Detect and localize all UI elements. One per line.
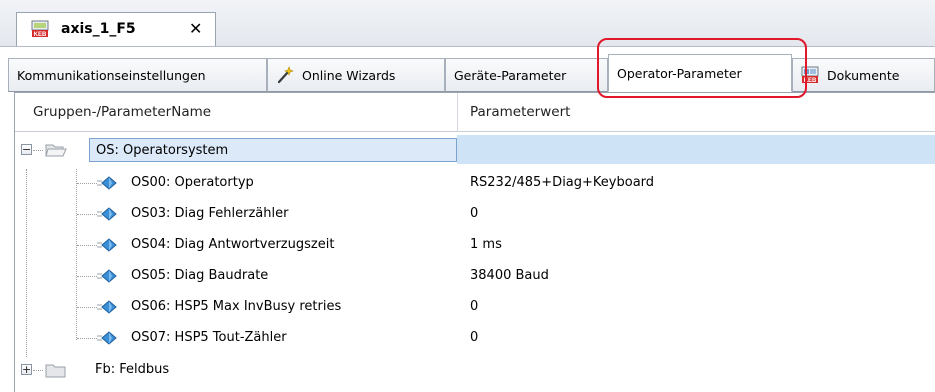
- tree-param-row[interactable]: OS06: HSP5 Max InvBusy retries 0: [15, 292, 935, 323]
- tree-connector: [77, 307, 97, 308]
- tab-geraete-parameter[interactable]: Geräte-Parameter: [445, 58, 608, 92]
- parameter-icon: [97, 300, 117, 314]
- collapse-toggle[interactable]: −: [21, 144, 32, 155]
- tab-label: Kommunikationseinstellungen: [17, 67, 206, 83]
- keb-file-icon: KEB: [31, 20, 49, 38]
- parameter-name: OS03: Diag Fehlerzähler: [131, 206, 289, 221]
- tree-param-row[interactable]: OS03: Diag Fehlerzähler 0: [15, 199, 935, 230]
- keb-document-icon: KEB: [801, 66, 819, 84]
- column-headers: Gruppen-/ParameterName Parameterwert: [15, 93, 935, 132]
- tree-group-row[interactable]: − OS: Operatorsystem: [15, 135, 935, 166]
- tab-label: Dokumente: [827, 67, 900, 83]
- tree-connector: [77, 338, 97, 339]
- column-header-value[interactable]: Parameterwert: [458, 93, 935, 131]
- tree-param-row[interactable]: OS00: Operatortyp RS232/485+Diag+Keyboar…: [15, 168, 935, 199]
- folder-icon: [45, 364, 66, 378]
- group-label-box: OS: Operatorsystem: [89, 138, 457, 162]
- parameter-icon: [97, 176, 117, 190]
- selection-band: [457, 135, 935, 164]
- group-label: Fb: Feldbus: [95, 362, 170, 377]
- parameter-value[interactable]: 0: [470, 323, 478, 353]
- tree-connector: [33, 370, 43, 371]
- tree-connector: [33, 150, 43, 151]
- parameter-icon: [97, 269, 117, 283]
- parameter-value[interactable]: RS232/485+Diag+Keyboard: [470, 168, 654, 198]
- tree-param-row[interactable]: OS05: Diag Baudrate 38400 Baud: [15, 261, 935, 292]
- close-icon[interactable]: ✕: [189, 19, 202, 38]
- parameter-name: OS05: Diag Baudrate: [131, 268, 269, 283]
- parameter-value[interactable]: 0: [470, 199, 478, 229]
- document-tabstrip: KEB axis_1_F5 ✕: [0, 0, 935, 47]
- parameter-tree-grid: Gruppen-/ParameterName Parameterwert − O…: [14, 92, 935, 392]
- svg-text:KEB: KEB: [804, 78, 817, 84]
- tab-online-wizards[interactable]: Online Wizards: [267, 58, 445, 92]
- parameter-icon: [97, 331, 117, 345]
- tree-connector: [77, 214, 97, 215]
- group-label: OS: Operatorsystem: [96, 143, 229, 158]
- tab-kommunikationseinstellungen[interactable]: Kommunikationseinstellungen: [8, 58, 267, 92]
- tab-operator-parameter[interactable]: Operator-Parameter: [608, 54, 792, 92]
- parameter-name: OS00: Operatortyp: [131, 175, 254, 190]
- open-folder-icon: [45, 144, 67, 157]
- document-tab-title: axis_1_F5: [61, 21, 136, 37]
- svg-text:KEB: KEB: [34, 32, 47, 38]
- parameter-name: OS07: HSP5 Tout-Zähler: [131, 330, 287, 345]
- tree-connector: [77, 245, 97, 246]
- tab-label: Geräte-Parameter: [454, 67, 567, 83]
- tab-label: Operator-Parameter: [617, 65, 742, 81]
- wizard-wand-icon: [277, 66, 294, 84]
- expand-toggle[interactable]: +: [21, 364, 32, 375]
- parameter-tabstrip: Kommunikationseinstellungen Online Wizar…: [8, 54, 935, 92]
- document-tab[interactable]: KEB axis_1_F5 ✕: [16, 12, 216, 46]
- tree-connector: [77, 276, 97, 277]
- parameter-name: OS06: HSP5 Max InvBusy retries: [131, 299, 342, 314]
- parameter-icon: [97, 207, 117, 221]
- tree-group-row[interactable]: + Fb: Feldbus: [15, 355, 935, 386]
- tree-connector: [77, 183, 97, 184]
- parameter-value[interactable]: 1 ms: [470, 230, 502, 260]
- tree-param-row[interactable]: OS04: Diag Antwortverzugszeit 1 ms: [15, 230, 935, 261]
- parameter-name: OS04: Diag Antwortverzugszeit: [131, 237, 335, 252]
- parameter-value[interactable]: 38400 Baud: [470, 261, 549, 291]
- tab-label: Online Wizards: [302, 67, 396, 83]
- tree-param-row[interactable]: OS07: HSP5 Tout-Zähler 0: [15, 323, 935, 354]
- parameter-icon: [97, 238, 117, 252]
- tab-dokumente[interactable]: KEB Dokumente: [792, 58, 935, 92]
- column-header-name[interactable]: Gruppen-/ParameterName: [15, 93, 458, 131]
- parameter-value[interactable]: 0: [470, 292, 478, 322]
